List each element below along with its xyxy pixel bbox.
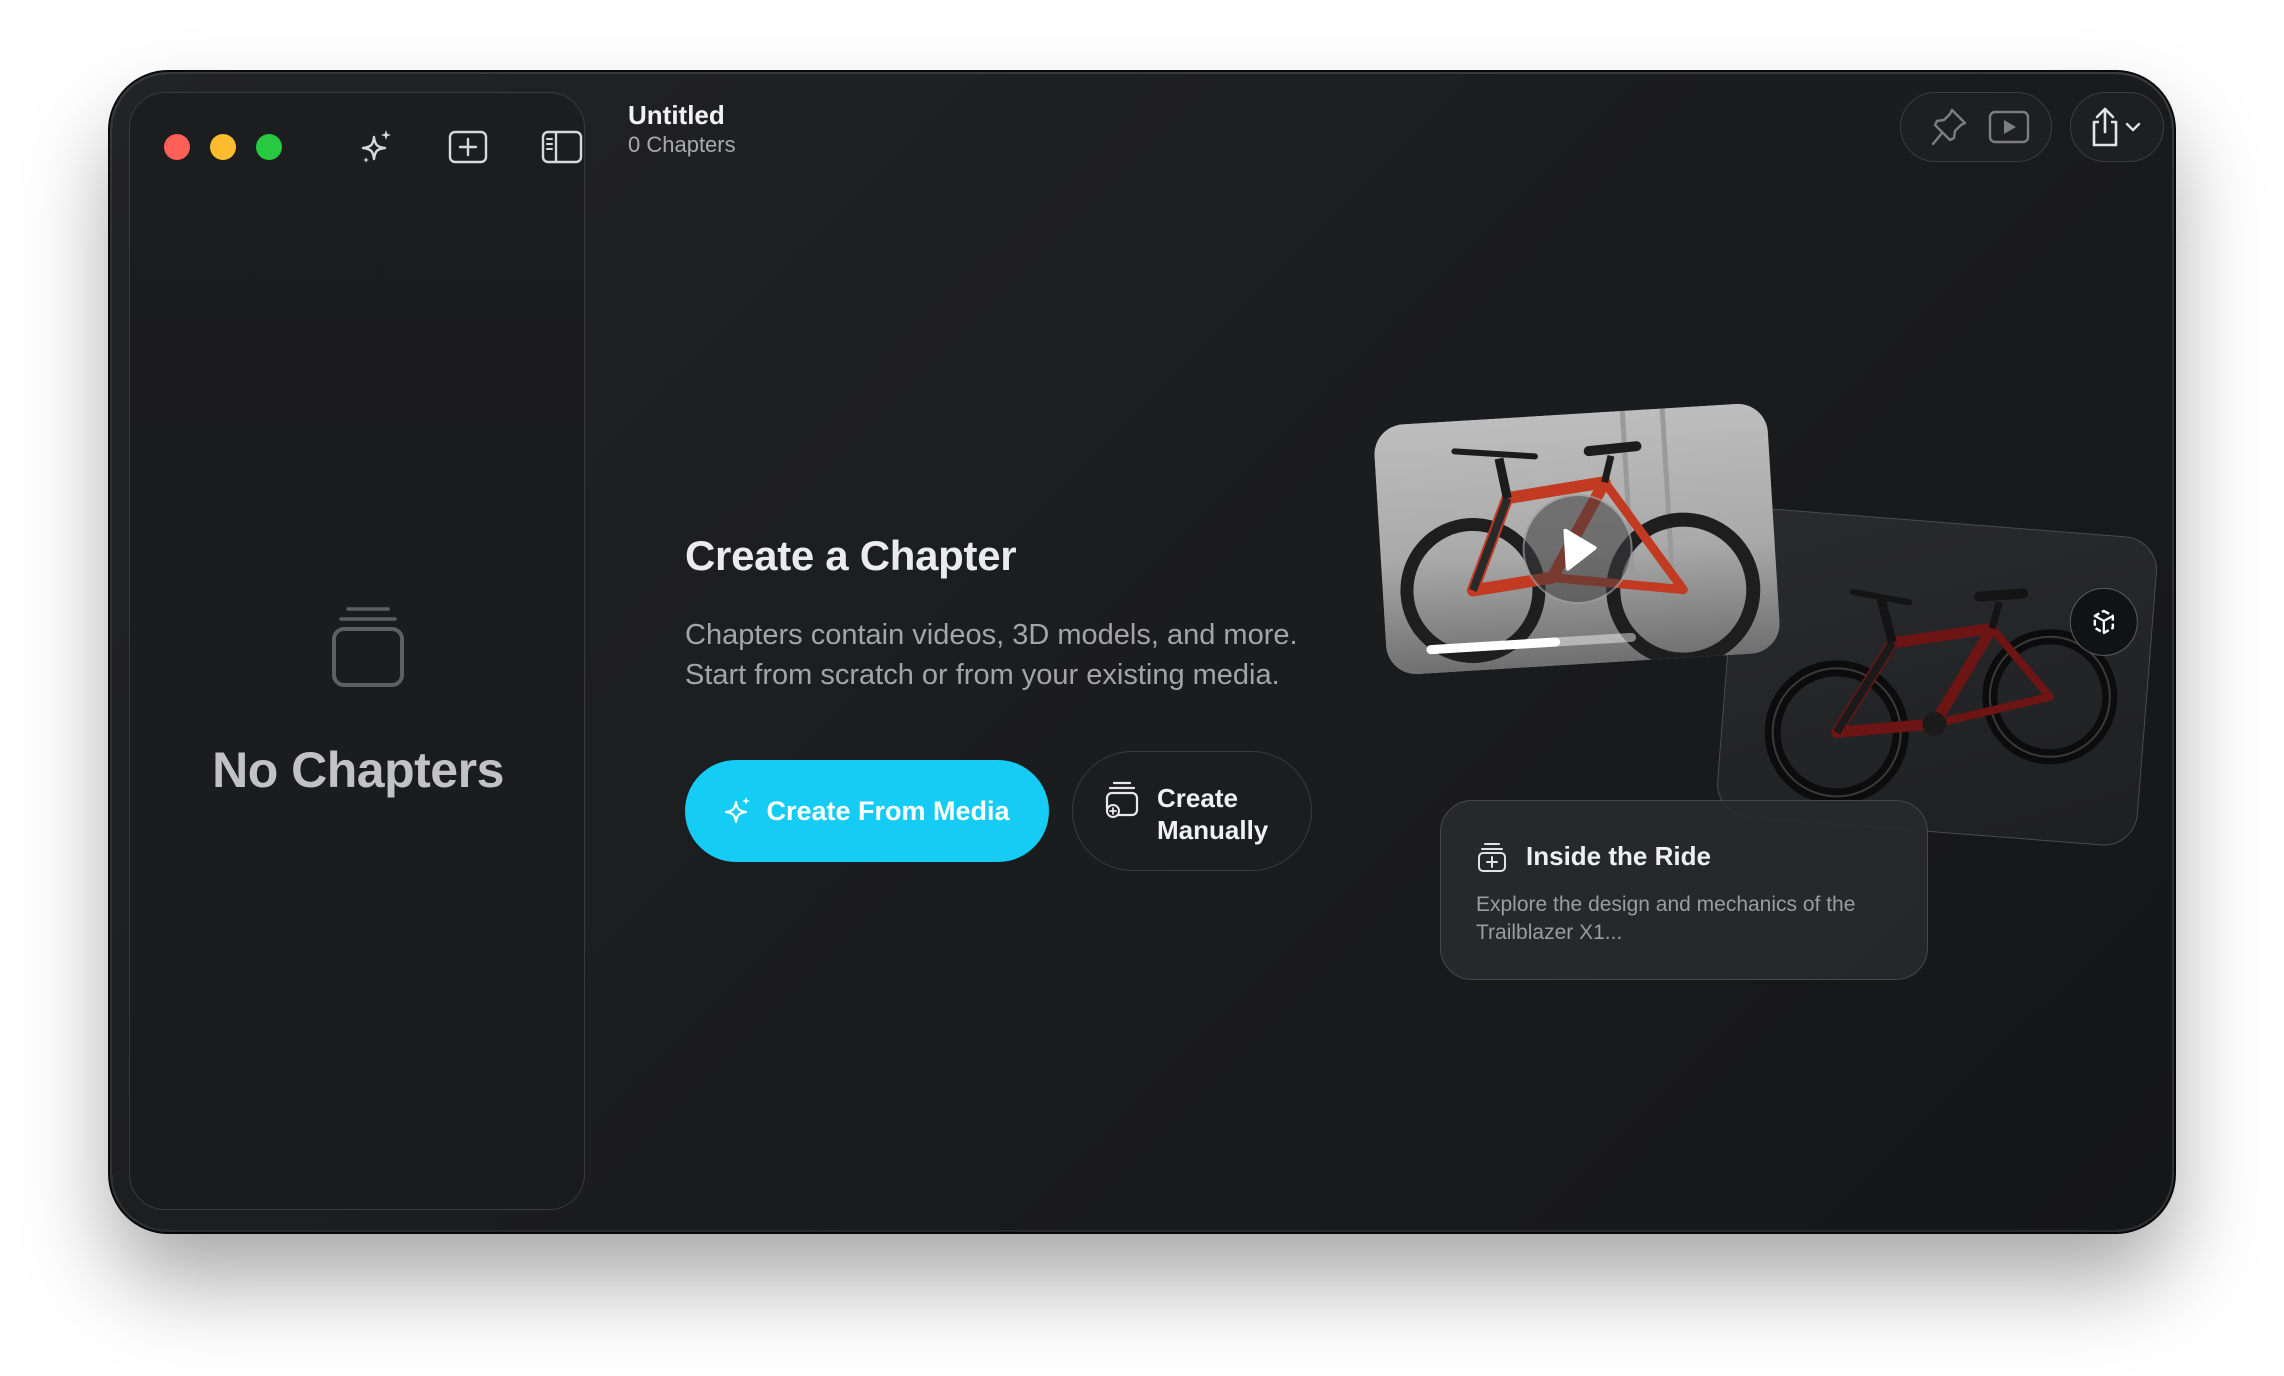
create-manually-label: Create Manually xyxy=(1157,782,1287,846)
chapter-stack-icon xyxy=(1105,780,1139,823)
description-line-1: Chapters contain videos, 3D models, and … xyxy=(685,619,1298,651)
chapter-preview-card: Inside the Ride Explore the design and m… xyxy=(1440,800,1928,980)
create-manually-line-2: Manually xyxy=(1157,815,1269,845)
sidebar-toggle-icon[interactable] xyxy=(540,125,584,169)
sidebar: No Chapters xyxy=(129,92,585,1210)
create-manually-line-1: Create xyxy=(1157,783,1238,813)
document-title: Untitled xyxy=(628,100,725,130)
maximize-window-button[interactable] xyxy=(256,134,282,160)
description-line-2: Start from scratch or from your existing… xyxy=(685,659,1280,691)
sparkles-icon[interactable] xyxy=(354,125,398,169)
play-preview-icon[interactable] xyxy=(1987,105,2031,149)
chapter-icon xyxy=(1477,841,1507,878)
sparkle-icon xyxy=(724,796,752,826)
minimize-window-button[interactable] xyxy=(210,134,236,160)
video-preview-card xyxy=(1372,402,1782,676)
close-window-button[interactable] xyxy=(164,134,190,160)
share-menu-button[interactable] xyxy=(2070,92,2164,162)
pin-icon[interactable] xyxy=(1927,105,1971,149)
chapter-preview-description: Explore the design and mechanics of the … xyxy=(1476,893,1856,944)
create-manually-button[interactable]: Create Manually xyxy=(1072,751,1312,871)
add-chapter-icon[interactable] xyxy=(446,125,490,169)
empty-chapters-icon xyxy=(330,605,406,689)
no-chapters-label: No Chapters xyxy=(212,742,504,798)
create-from-media-label: Create From Media xyxy=(766,795,1010,826)
create-chapter-description: Chapters contain videos, 3D models, and … xyxy=(685,615,1298,695)
chapter-count: 0 Chapters xyxy=(628,132,736,157)
chevron-down-icon[interactable] xyxy=(2121,105,2145,149)
ar-view-icon[interactable] xyxy=(2069,587,2138,656)
chapter-preview-title: Inside the Ride xyxy=(1526,841,1711,871)
create-chapter-heading: Create a Chapter xyxy=(685,532,1017,579)
app-window: No Chapters Untitled 0 Chapters Create a… xyxy=(112,74,2172,1230)
create-from-media-button[interactable]: Create From Media xyxy=(685,760,1049,862)
model-preview-card xyxy=(1714,505,2160,849)
toolbar-group-preview xyxy=(1900,92,2052,162)
bike-model-illustration xyxy=(1764,588,2118,805)
